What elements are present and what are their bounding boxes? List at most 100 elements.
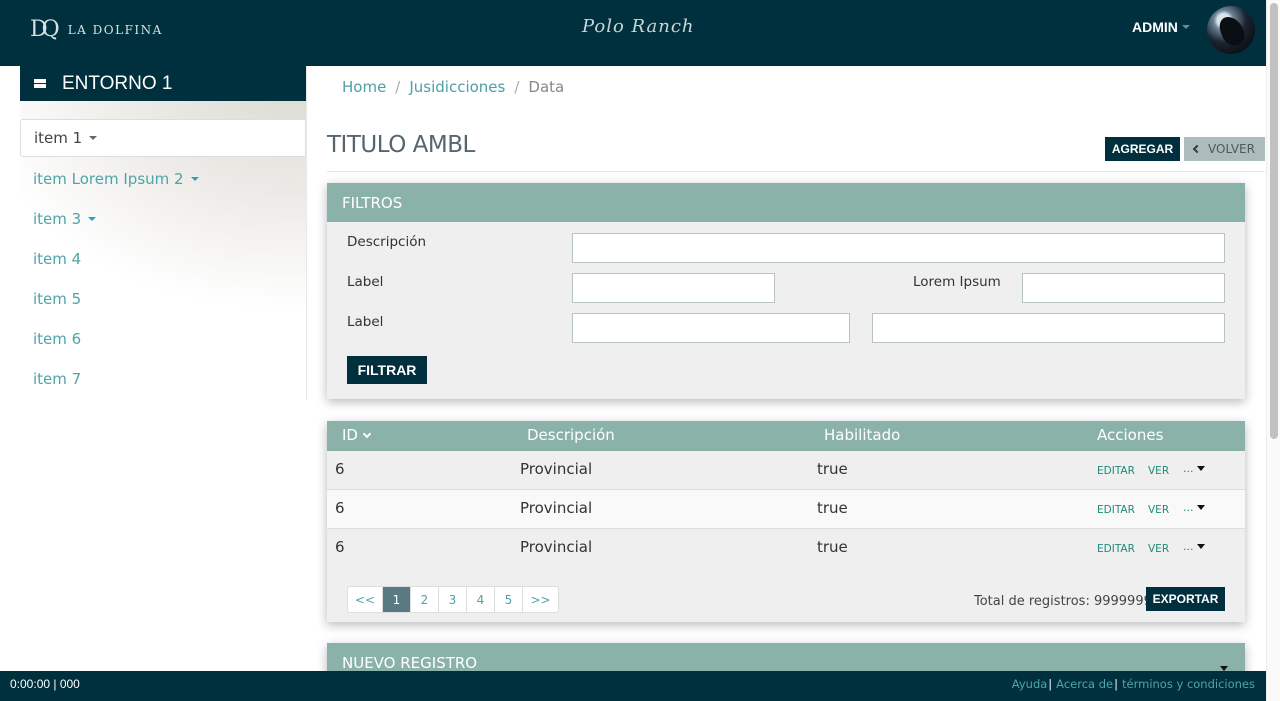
cell-id: 6 [335, 538, 345, 556]
more-actions-dropdown[interactable]: ... [1183, 462, 1205, 475]
back-button[interactable]: VOLVER [1184, 137, 1265, 161]
terms-link[interactable]: términos y condiciones [1122, 677, 1255, 691]
sort-chevron-down-icon [362, 429, 372, 439]
cell-descripcion: Provincial [520, 460, 593, 478]
page-scrollbar[interactable] [1266, 0, 1280, 701]
sidebar-item-5[interactable]: item 5 [20, 279, 306, 319]
sidebar: ENTORNO 1 item 1 item Lorem Ipsum 2 item… [20, 66, 307, 400]
caret-down-icon [89, 136, 98, 140]
more-actions-dropdown[interactable]: ... [1183, 540, 1205, 553]
column-header-acciones: Acciones [1097, 426, 1164, 444]
page-5[interactable]: 5 [495, 587, 523, 612]
label-2-input[interactable] [572, 313, 850, 343]
user-menu[interactable]: ADMIN [1132, 19, 1190, 35]
table-header: ID Descripción Habilitado Acciones [327, 421, 1245, 451]
table-row: 6 Provincial true EDITAR VER ... [327, 529, 1245, 568]
breadcrumb-current: Data [528, 78, 565, 96]
page-4[interactable]: 4 [467, 587, 495, 612]
filter-button[interactable]: FILTRAR [347, 356, 427, 384]
total-records: Total de registros: 9999999 [974, 594, 1152, 609]
caret-down-icon [88, 217, 97, 221]
sidebar-item-7[interactable]: item 7 [20, 359, 306, 399]
footer: 0:00:00 | 000 Ayuda | Acerca de | términos… [0, 671, 1266, 701]
more-actions-dropdown[interactable]: ... [1183, 501, 1205, 514]
logo[interactable]: DQ LA DOLFINA [30, 16, 163, 44]
page-first[interactable]: << [348, 587, 383, 612]
caret-down-icon [1196, 466, 1205, 471]
sidebar-item-1[interactable]: item 1 [20, 119, 306, 157]
breadcrumb-separator: / [514, 78, 520, 96]
about-link[interactable]: Acerca de [1056, 677, 1113, 691]
sidebar-item-label: item 4 [33, 250, 82, 268]
breadcrumb-separator: / [395, 78, 401, 96]
chevron-left-icon [1192, 144, 1202, 154]
breadcrumb: Home / Jusidicciones / Data [342, 78, 564, 96]
help-link[interactable]: Ayuda [1012, 677, 1048, 691]
menu-icon[interactable] [34, 78, 46, 89]
page-1[interactable]: 1 [383, 587, 411, 612]
lorem-ipsum-input[interactable] [1022, 273, 1225, 303]
cell-id: 6 [335, 499, 345, 517]
user-label: ADMIN [1132, 19, 1178, 35]
caret-down-icon [1196, 505, 1205, 510]
more-label: ... [1183, 501, 1194, 514]
view-link[interactable]: VER [1148, 543, 1169, 555]
view-link[interactable]: VER [1148, 504, 1169, 516]
logo-text: LA DOLFINA [67, 23, 163, 37]
brand-title: Polo Ranch [582, 16, 695, 37]
descripcion-label: Descripción [347, 234, 427, 250]
more-label: ... [1183, 462, 1194, 475]
sidebar-item-2[interactable]: item Lorem Ipsum 2 [20, 159, 306, 199]
column-header-descripcion: Descripción [527, 426, 615, 444]
edit-link[interactable]: EDITAR [1097, 465, 1135, 477]
separator: | [1048, 677, 1053, 691]
sidebar-item-4[interactable]: item 4 [20, 239, 306, 279]
column-label: ID [342, 426, 358, 444]
sidebar-item-3[interactable]: item 3 [20, 199, 306, 239]
footer-links: Ayuda | Acerca de | términos y condiciones [1012, 677, 1255, 691]
more-label: ... [1183, 540, 1194, 553]
session-timer: 0:00:00 | 000 [10, 677, 80, 691]
scrollbar-thumb[interactable] [1270, 3, 1278, 439]
label-1-label: Label [347, 274, 384, 290]
cell-habilitado: true [817, 460, 848, 478]
results-table: ID Descripción Habilitado Acciones 6 Pro… [327, 421, 1245, 622]
view-link[interactable]: VER [1148, 465, 1169, 477]
descripcion-input[interactable] [572, 233, 1225, 263]
logo-mark-icon: DQ [30, 17, 60, 42]
sidebar-header[interactable]: ENTORNO 1 [20, 66, 306, 101]
column-header-id[interactable]: ID [342, 426, 372, 444]
filters-panel: FILTROS Descripción Label Lorem Ipsum La… [327, 183, 1245, 399]
label-2-label: Label [347, 314, 384, 330]
sidebar-item-label: item 5 [33, 290, 82, 308]
lorem-ipsum-label: Lorem Ipsum [913, 274, 1001, 290]
separator: | [1114, 677, 1118, 691]
breadcrumb-jurisdicciones[interactable]: Jusidicciones [409, 78, 505, 96]
avatar[interactable] [1207, 6, 1255, 54]
add-button[interactable]: AGREGAR [1105, 137, 1180, 161]
sidebar-item-label: item 1 [34, 129, 83, 147]
caret-down-icon [1196, 544, 1205, 549]
table-row: 6 Provincial true EDITAR VER ... [327, 451, 1245, 490]
page-3[interactable]: 3 [439, 587, 467, 612]
breadcrumb-home[interactable]: Home [342, 78, 386, 96]
pagination: << 1 2 3 4 5 >> [347, 586, 559, 613]
edit-link[interactable]: EDITAR [1097, 543, 1135, 555]
page-2[interactable]: 2 [411, 587, 439, 612]
sidebar-title: ENTORNO 1 [62, 72, 173, 94]
cell-habilitado: true [817, 499, 848, 517]
sidebar-item-label: item 7 [33, 370, 82, 388]
label-2-input-secondary[interactable] [872, 313, 1225, 343]
cell-id: 6 [335, 460, 345, 478]
edit-link[interactable]: EDITAR [1097, 504, 1135, 516]
sidebar-menu: item 1 item Lorem Ipsum 2 item 3 item 4 … [20, 119, 306, 399]
sidebar-item-6[interactable]: item 6 [20, 319, 306, 359]
sidebar-item-label: item 3 [33, 210, 82, 228]
label-1-input[interactable] [572, 273, 775, 303]
filters-title: FILTROS [327, 183, 1245, 222]
top-navbar: DQ LA DOLFINA Polo Ranch ADMIN [0, 0, 1266, 66]
export-button[interactable]: EXPORTAR [1146, 587, 1225, 611]
cell-descripcion: Provincial [520, 538, 593, 556]
table-body: 6 Provincial true EDITAR VER ... 6 Provi… [327, 451, 1245, 568]
page-last[interactable]: >> [523, 587, 558, 612]
